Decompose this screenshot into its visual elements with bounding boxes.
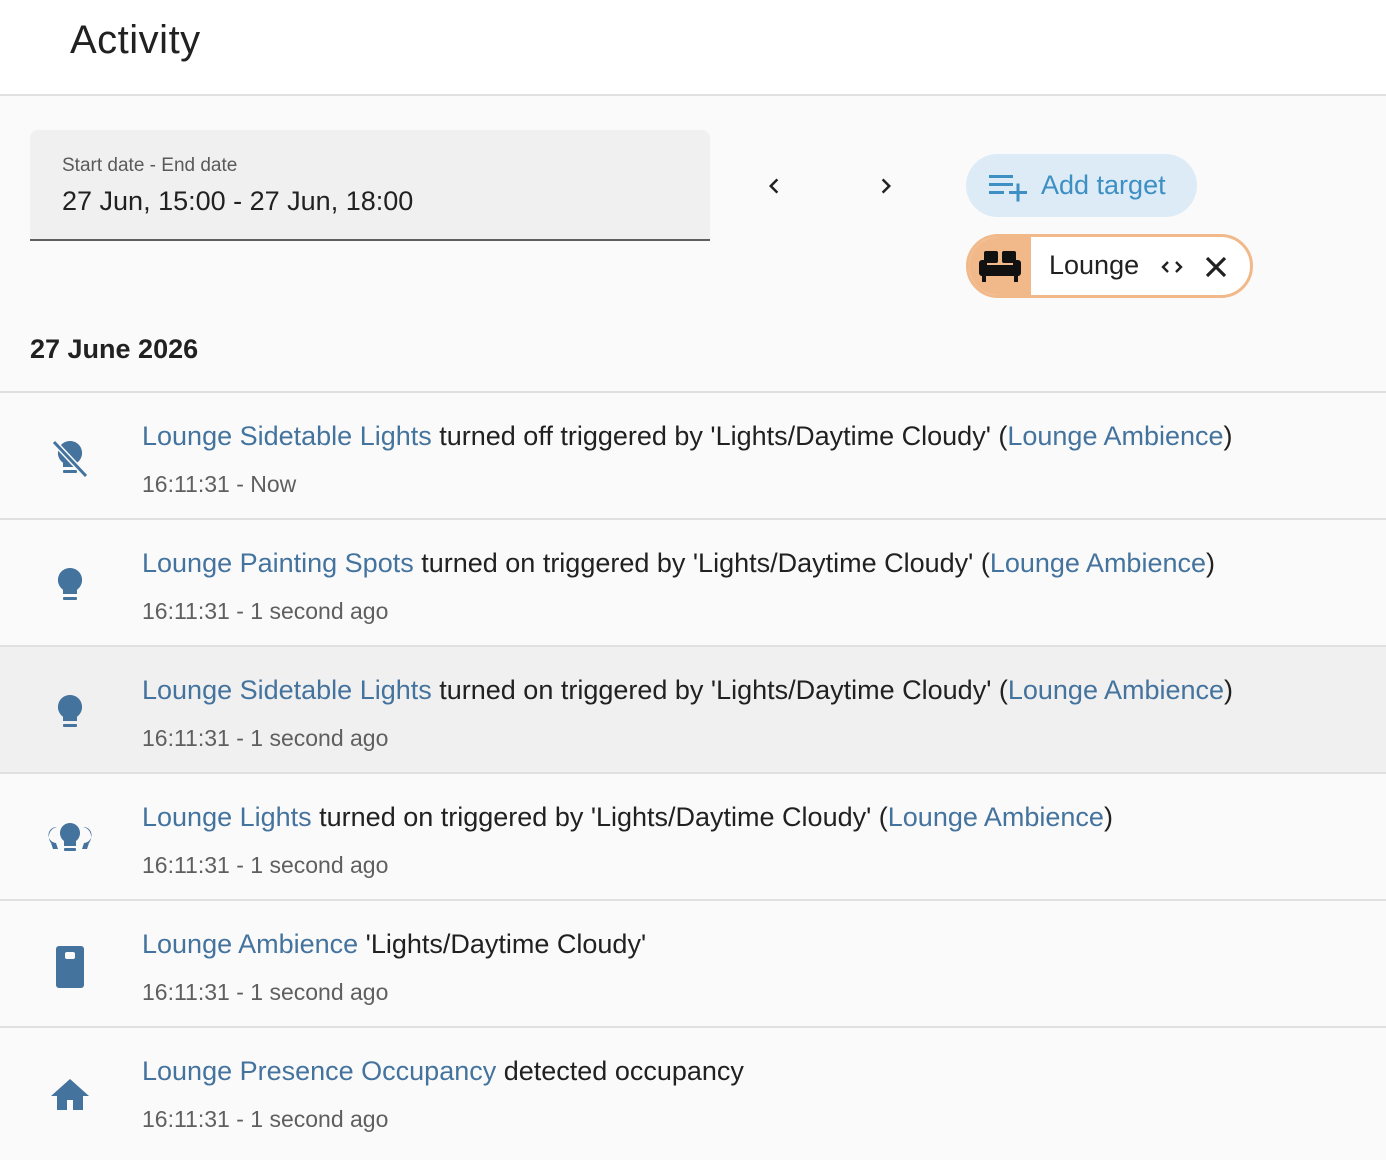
lightbulb-icon — [57, 694, 83, 727]
entry-message: Lounge Sidetable Lights turned off trigg… — [142, 421, 1233, 452]
entry-text: detected occupancy — [496, 1056, 744, 1086]
date-group-header: 27 June 2026 — [30, 334, 199, 364]
entry-text: turned on triggered by 'Lights/Daytime C… — [413, 548, 990, 578]
list-item: Lounge Lights turned on triggered by 'Li… — [0, 772, 1386, 899]
entry-suffix: ) — [1103, 802, 1113, 832]
lightbulb-off-icon — [51, 439, 89, 479]
entity-link[interactable]: Lounge Sidetable Lights — [142, 675, 432, 705]
context-link[interactable]: Lounge Ambience — [1008, 675, 1224, 705]
entry-suffix: ) — [1223, 421, 1233, 451]
close-icon[interactable] — [1202, 253, 1230, 281]
list-item: Lounge Ambience 'Lights/Daytime Cloudy' … — [0, 899, 1386, 1026]
context-link[interactable]: Lounge Ambience — [888, 802, 1104, 832]
entry-time: 16:11:31 - Now — [142, 471, 297, 497]
context-link[interactable]: Lounge Ambience — [1007, 421, 1223, 451]
entry-suffix: ) — [1224, 675, 1234, 705]
expand-icon[interactable] — [1159, 253, 1185, 281]
entry-suffix: ) — [1206, 548, 1215, 578]
list-item: Lounge Presence Occupancy detected occup… — [0, 1026, 1386, 1153]
add-target-label: Add target — [1041, 170, 1166, 200]
chevron-left-icon — [769, 178, 779, 194]
date-range-picker[interactable]: Start date - End date 27 Jun, 15:00 - 27… — [30, 130, 710, 241]
page-title: Activity — [70, 18, 201, 62]
entity-link[interactable]: Lounge Painting Spots — [142, 548, 414, 578]
entity-link[interactable]: Lounge Sidetable Lights — [142, 421, 432, 451]
playlist-plus-icon — [989, 175, 1027, 202]
lightbulb-group-icon — [48, 823, 92, 851]
top-app-bar: Activity — [0, 0, 1386, 96]
entry-time: 16:11:31 - 1 second ago — [142, 598, 389, 624]
entry-time: 16:11:31 - 1 second ago — [142, 1106, 389, 1132]
list-item: Lounge Sidetable Lights turned off trigg… — [0, 391, 1386, 518]
next-period-button[interactable] — [856, 156, 916, 216]
entry-message: Lounge Sidetable Lights turned on trigge… — [142, 675, 1233, 706]
target-chip-label: Lounge — [1049, 250, 1140, 280]
entry-time: 16:11:31 - 1 second ago — [142, 725, 389, 751]
home-icon — [51, 1079, 89, 1110]
activity-list: Lounge Sidetable Lights turned off trigg… — [0, 391, 1386, 1153]
entry-time: 16:11:31 - 1 second ago — [142, 979, 389, 1005]
sofa-icon — [969, 237, 1031, 295]
date-range-label: Start date - End date — [62, 155, 238, 176]
lightbulb-icon — [57, 567, 83, 600]
target-chip-lounge[interactable]: Lounge — [966, 234, 1253, 298]
date-range-value: 27 Jun, 15:00 - 27 Jun, 18:00 — [62, 186, 414, 216]
list-item: Lounge Sidetable Lights turned on trigge… — [0, 645, 1386, 772]
entry-text: 'Lights/Daytime Cloudy' — [358, 929, 647, 959]
remote-icon — [56, 946, 84, 988]
entity-link[interactable]: Lounge Presence Occupancy — [142, 1056, 496, 1086]
entry-message: Lounge Painting Spots turned on triggere… — [142, 548, 1215, 579]
entity-link[interactable]: Lounge Lights — [142, 802, 312, 832]
entry-message: Lounge Lights turned on triggered by 'Li… — [142, 802, 1113, 833]
entry-text: turned on triggered by 'Lights/Daytime C… — [431, 675, 1008, 705]
context-link[interactable]: Lounge Ambience — [990, 548, 1206, 578]
entity-link[interactable]: Lounge Ambience — [142, 929, 358, 959]
list-item: Lounge Painting Spots turned on triggere… — [0, 518, 1386, 645]
entry-text: turned on triggered by 'Lights/Daytime C… — [311, 802, 888, 832]
entry-text: turned off triggered by 'Lights/Daytime … — [431, 421, 1008, 451]
entry-message: Lounge Presence Occupancy detected occup… — [142, 1056, 744, 1087]
chevron-right-icon — [881, 178, 891, 194]
entry-message: Lounge Ambience 'Lights/Daytime Cloudy' — [142, 929, 646, 960]
entry-time: 16:11:31 - 1 second ago — [142, 852, 389, 878]
previous-period-button[interactable] — [744, 156, 804, 216]
add-target-button[interactable]: Add target — [966, 154, 1197, 217]
